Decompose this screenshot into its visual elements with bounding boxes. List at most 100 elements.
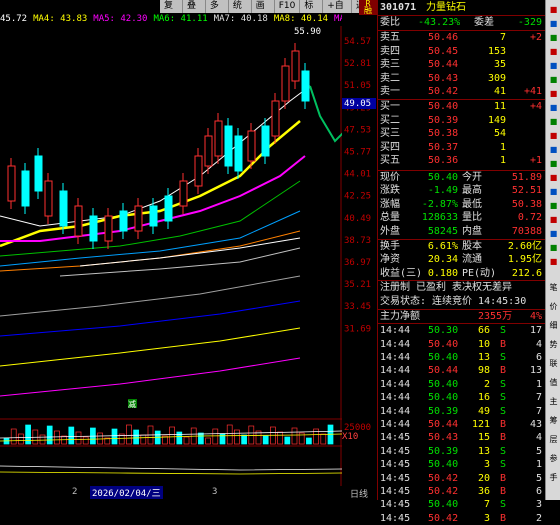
kline-chart[interactable]: 55.90 减 <box>0 26 342 494</box>
link-icon[interactable]: ■ <box>548 228 559 239</box>
y-tick-label: 35.21 <box>344 280 371 290</box>
quote-value2: 50.38 <box>511 198 542 210</box>
candle-body <box>74 205 83 237</box>
box-icon[interactable]: ■ <box>548 172 559 183</box>
main-flow-label: 主力净额 <box>380 311 420 323</box>
tick-row-11: 14:45 50.42 20 B 5 <box>378 472 546 485</box>
quote-row-3: 总量 128633 量比 0.72 <box>378 211 546 224</box>
toolbar-tab-4[interactable]: 联 <box>548 358 559 369</box>
tick-price: 50.42 <box>428 486 459 497</box>
bell-icon[interactable]: ■ <box>548 256 559 267</box>
quote-value2: 51.89 <box>511 172 542 183</box>
group-icon[interactable]: ■ <box>548 116 559 127</box>
quote-value2: 0.72 <box>517 212 542 224</box>
toolbar-tab-10[interactable]: 手 <box>548 472 559 483</box>
weibi-row: 委比 -43.23% 委差 -329 <box>378 16 546 29</box>
toolbar-tab-5[interactable]: 值 <box>548 377 559 388</box>
bar-icon[interactable]: ■ <box>548 60 559 71</box>
window-icon[interactable]: ■ <box>548 214 559 225</box>
candle-body <box>194 155 203 187</box>
tile-icon[interactable]: ■ <box>548 32 559 43</box>
tick-count: 17 <box>529 325 542 337</box>
toolbar-tab-3[interactable]: 势 <box>548 339 559 350</box>
tick-vol: 36 <box>477 486 490 497</box>
fund-label2: 股本 <box>462 241 482 252</box>
quote-value: -1.49 <box>427 185 458 197</box>
toolbar-tab-7[interactable]: 筹 <box>548 415 559 426</box>
candle-body <box>261 125 270 157</box>
y-tick-label: 45.77 <box>344 148 371 158</box>
target-icon[interactable]: ■ <box>548 130 559 141</box>
ask-vol: 41 <box>493 86 506 98</box>
candle-body <box>271 100 280 137</box>
cross-icon[interactable]: ■ <box>548 88 559 99</box>
quote-label: 外盘 <box>380 225 400 237</box>
chart-icon[interactable]: ■ <box>548 102 559 113</box>
tick-vol: 13 <box>477 352 490 363</box>
bottom-date-bar: 2 2026/02/04/三 3 日线 <box>0 486 377 500</box>
ask-label: 卖三 <box>380 59 400 71</box>
tag-icon[interactable]: ■ <box>548 200 559 211</box>
menu-item-5[interactable]: F10 <box>275 0 301 13</box>
fund-label: 换手 <box>380 241 400 252</box>
menu-item-7[interactable]: +自选 <box>323 0 353 24</box>
menu-item-0[interactable]: 复权 <box>160 0 183 24</box>
menu-item-4[interactable]: 画线 <box>252 0 275 24</box>
tick-count: 1 <box>535 459 542 471</box>
tick-vol: 7 <box>483 499 490 511</box>
volume-bar <box>198 432 204 445</box>
flag-icon[interactable]: ■ <box>548 186 559 197</box>
quote-value: -2.87% <box>421 198 458 210</box>
gear-icon[interactable]: ■ <box>548 4 559 15</box>
candle-body <box>291 50 300 82</box>
toolbar-tab-9[interactable]: 参 <box>548 453 559 464</box>
bid-row-0: 买一 50.40 11 +4 <box>378 100 546 113</box>
menu-item-1[interactable]: 叠加 <box>183 0 206 24</box>
toolbar-tab-2[interactable]: 细 <box>548 320 559 331</box>
tick-side: B <box>499 419 506 430</box>
weidiff-value: -329 <box>517 17 542 28</box>
volume-bar <box>140 434 147 445</box>
compass-icon[interactable]: ■ <box>548 18 559 29</box>
volume-bar <box>39 434 46 445</box>
fund-label: 净资 <box>380 254 400 266</box>
toolbar-tab-1[interactable]: 价 <box>548 301 559 312</box>
toolbar-tab-0[interactable]: 笔 <box>548 282 559 293</box>
bid-vol: 1 <box>499 155 506 167</box>
period-label[interactable]: 日线 <box>350 487 368 500</box>
tick-price: 50.39 <box>428 445 459 457</box>
tick-price: 50.40 <box>428 392 459 404</box>
tick-side: S <box>499 325 506 337</box>
tick-vol: 66 <box>477 325 490 337</box>
menu-item-2[interactable]: 多股 <box>206 0 229 24</box>
volume-bar <box>284 436 291 445</box>
y-tick-label: 54.57 <box>344 37 371 47</box>
tick-price: 50.42 <box>428 512 459 524</box>
candle-body <box>247 130 256 162</box>
toolbar-tab-8[interactable]: 层 <box>548 434 559 445</box>
star-icon[interactable]: ■ <box>548 242 559 253</box>
list-icon[interactable]: ■ <box>548 74 559 85</box>
candle-body <box>301 70 310 102</box>
menu-item-3[interactable]: 统计 <box>229 0 252 24</box>
bid-label: 买四 <box>380 141 400 153</box>
ask-change: +2 <box>529 32 542 43</box>
date-label-left: 2 <box>72 487 78 497</box>
tick-row-4: 14:44 50.40 2 S 1 <box>378 378 546 391</box>
fund-label: 收益(三) <box>380 267 423 279</box>
menu-item-6[interactable]: 标记 <box>300 0 324 24</box>
volume-bar <box>68 426 75 445</box>
doc-icon[interactable]: ■ <box>548 158 559 169</box>
tick-time: 14:45 <box>380 459 411 471</box>
volume-bar <box>205 437 211 445</box>
candle-body <box>281 65 290 102</box>
ma-label-5: MA8: 40.14 <box>273 14 329 24</box>
grid-icon[interactable]: ■ <box>548 46 559 57</box>
tick-time: 14:44 <box>380 325 411 337</box>
date-label-mid: 3 <box>212 487 218 497</box>
ask-label: 卖五 <box>380 32 400 43</box>
tick-price: 50.42 <box>428 472 459 484</box>
volume-bar <box>82 436 89 445</box>
menu-icon[interactable]: ■ <box>548 144 559 155</box>
toolbar-tab-6[interactable]: 主 <box>548 396 559 407</box>
